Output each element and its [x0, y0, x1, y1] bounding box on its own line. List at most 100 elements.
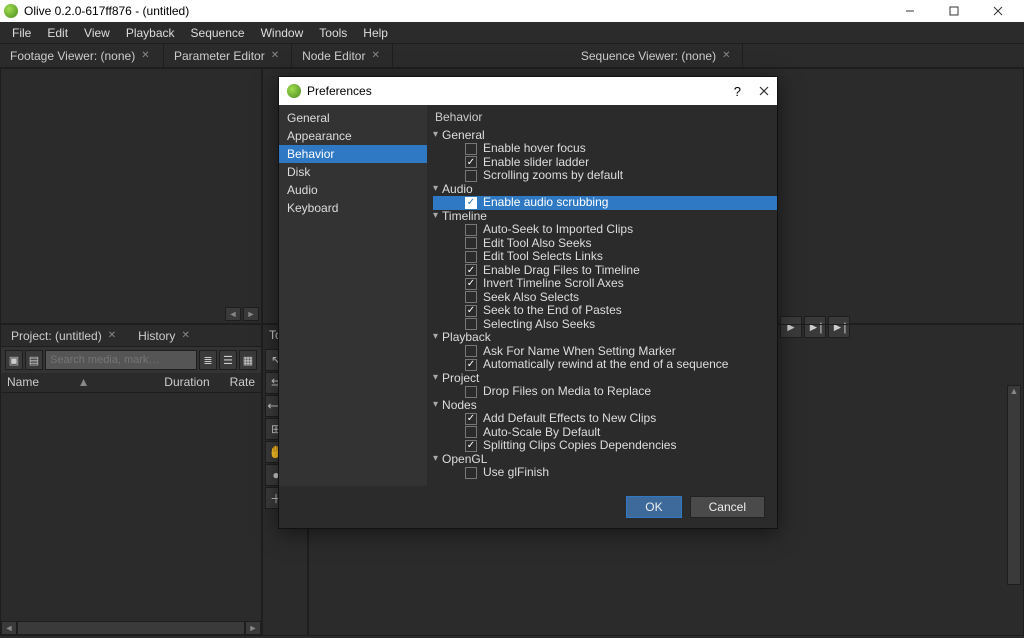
close-icon[interactable]: ✕: [181, 330, 189, 341]
close-icon[interactable]: ✕: [141, 50, 149, 61]
option-auto-scale-by-default[interactable]: Auto-Scale By Default: [465, 426, 771, 440]
option-label: Edit Tool Selects Links: [483, 250, 603, 264]
view-list-icon[interactable]: ≣: [199, 350, 217, 370]
menu-edit[interactable]: Edit: [39, 24, 76, 42]
checkbox[interactable]: [465, 467, 477, 479]
checkbox[interactable]: [465, 156, 477, 168]
menu-file[interactable]: File: [4, 24, 39, 42]
close-icon[interactable]: ✕: [371, 50, 379, 61]
menu-help[interactable]: Help: [355, 24, 396, 42]
view-tree-icon[interactable]: ☰: [219, 350, 237, 370]
category-behavior[interactable]: Behavior: [279, 145, 427, 163]
group-opengl[interactable]: ▾ OpenGL: [433, 453, 771, 467]
scroll-left-button[interactable]: ◄: [1, 621, 17, 635]
option-splitting-clips-copies-dependencies[interactable]: Splitting Clips Copies Dependencies: [465, 439, 771, 453]
checkbox[interactable]: [465, 251, 477, 263]
checkbox[interactable]: [465, 345, 477, 357]
option-selecting-also-seeks[interactable]: Selecting Also Seeks: [465, 318, 771, 332]
ok-button[interactable]: OK: [626, 496, 681, 518]
close-button[interactable]: [976, 0, 1020, 22]
expand-icon: ▾: [433, 182, 438, 196]
checkbox[interactable]: [465, 359, 477, 371]
cancel-button[interactable]: Cancel: [690, 496, 765, 518]
option-edit-tool-also-seeks[interactable]: Edit Tool Also Seeks: [465, 237, 771, 251]
option-use-glfinish[interactable]: Use glFinish: [465, 466, 771, 480]
col-name[interactable]: Name: [7, 375, 74, 390]
checkbox[interactable]: [465, 264, 477, 276]
menu-sequence[interactable]: Sequence: [183, 24, 253, 42]
category-general[interactable]: General: [279, 109, 427, 127]
search-input[interactable]: [45, 350, 197, 370]
group-general[interactable]: ▾ General: [433, 129, 771, 143]
minimize-button[interactable]: [888, 0, 932, 22]
checkbox[interactable]: [465, 143, 477, 155]
group-timeline[interactable]: ▾ Timeline: [433, 210, 771, 224]
menu-window[interactable]: Window: [253, 24, 312, 42]
checkbox[interactable]: [465, 197, 477, 209]
checkbox[interactable]: [465, 278, 477, 290]
category-disk[interactable]: Disk: [279, 163, 427, 181]
option-automatically-rewind-at-the-end-of-a-sequence[interactable]: Automatically rewind at the end of a seq…: [465, 358, 771, 372]
scrollbar[interactable]: [17, 621, 245, 635]
scroll-left-button[interactable]: ◄: [225, 307, 241, 321]
checkbox[interactable]: [465, 224, 477, 236]
checkbox[interactable]: [465, 170, 477, 182]
view-grid-icon[interactable]: ▦: [239, 350, 257, 370]
col-duration[interactable]: Duration: [164, 375, 209, 390]
tab-label: Node Editor: [302, 49, 365, 63]
tab-history[interactable]: History✕: [128, 325, 202, 346]
menu-tools[interactable]: Tools: [311, 24, 355, 42]
option-add-default-effects-to-new-clips[interactable]: Add Default Effects to New Clips: [465, 412, 771, 426]
option-enable-slider-ladder[interactable]: Enable slider ladder: [465, 156, 771, 170]
option-enable-drag-files-to-timeline[interactable]: Enable Drag Files to Timeline: [465, 264, 771, 278]
category-audio[interactable]: Audio: [279, 181, 427, 199]
scroll-right-button[interactable]: ►: [245, 621, 261, 635]
maximize-button[interactable]: [932, 0, 976, 22]
option-label: Auto-Seek to Imported Clips: [483, 223, 633, 237]
checkbox[interactable]: [465, 237, 477, 249]
close-icon[interactable]: ✕: [108, 330, 116, 341]
option-seek-to-the-end-of-pastes[interactable]: Seek to the End of Pastes: [465, 304, 771, 318]
option-edit-tool-selects-links[interactable]: Edit Tool Selects Links: [465, 250, 771, 264]
option-auto-seek-to-imported-clips[interactable]: Auto-Seek to Imported Clips: [465, 223, 771, 237]
menu-view[interactable]: View: [76, 24, 118, 42]
option-invert-timeline-scroll-axes[interactable]: Invert Timeline Scroll Axes: [465, 277, 771, 291]
tab-node-editor[interactable]: Node Editor ✕: [292, 44, 393, 67]
tab-footage-viewer[interactable]: Footage Viewer: (none)✕: [0, 44, 164, 67]
checkbox[interactable]: [465, 386, 477, 398]
option-enable-hover-focus[interactable]: Enable hover focus: [465, 142, 771, 156]
checkbox[interactable]: [465, 318, 477, 330]
new-sequence-icon[interactable]: ▤: [25, 350, 43, 370]
option-drop-files-on-media-to-replace[interactable]: Drop Files on Media to Replace: [465, 385, 771, 399]
close-icon[interactable]: ✕: [271, 50, 279, 61]
group-project[interactable]: ▾ Project: [433, 372, 771, 386]
option-seek-also-selects[interactable]: Seek Also Selects: [465, 291, 771, 305]
menu-playback[interactable]: Playback: [118, 24, 183, 42]
checkbox[interactable]: [465, 291, 477, 303]
tab-parameter-editor[interactable]: Parameter Editor ✕: [164, 44, 292, 67]
option-scrolling-zooms-by-default[interactable]: Scrolling zooms by default: [465, 169, 771, 183]
checkbox[interactable]: [465, 305, 477, 317]
new-folder-icon[interactable]: ▣: [5, 350, 23, 370]
tab-sequence-viewer[interactable]: Sequence Viewer: (none)✕: [571, 44, 744, 67]
option-ask-for-name-when-setting-marker[interactable]: Ask For Name When Setting Marker: [465, 345, 771, 359]
option-enable-audio-scrubbing[interactable]: Enable audio scrubbing: [433, 196, 777, 210]
category-appearance[interactable]: Appearance: [279, 127, 427, 145]
group-audio[interactable]: ▾ Audio: [433, 183, 771, 197]
help-button[interactable]: ?: [734, 84, 741, 99]
group-nodes[interactable]: ▾ Nodes: [433, 399, 771, 413]
col-rate[interactable]: Rate: [230, 375, 255, 390]
checkbox[interactable]: [465, 440, 477, 452]
tab-label: Parameter Editor: [174, 49, 265, 63]
dialog-close-button[interactable]: [759, 86, 769, 96]
tab-project[interactable]: Project: (untitled)✕: [1, 325, 128, 346]
scroll-right-button[interactable]: ►: [243, 307, 259, 321]
checkbox[interactable]: [465, 413, 477, 425]
vertical-scrollbar[interactable]: ▲: [1007, 385, 1021, 585]
group-playback[interactable]: ▾ Playback: [433, 331, 771, 345]
category-keyboard[interactable]: Keyboard: [279, 199, 427, 217]
checkbox[interactable]: [465, 426, 477, 438]
option-label: Edit Tool Also Seeks: [483, 237, 592, 251]
close-icon[interactable]: ✕: [722, 50, 730, 61]
dock-tabstrip-top: Footage Viewer: (none)✕ Parameter Editor…: [0, 44, 1024, 68]
